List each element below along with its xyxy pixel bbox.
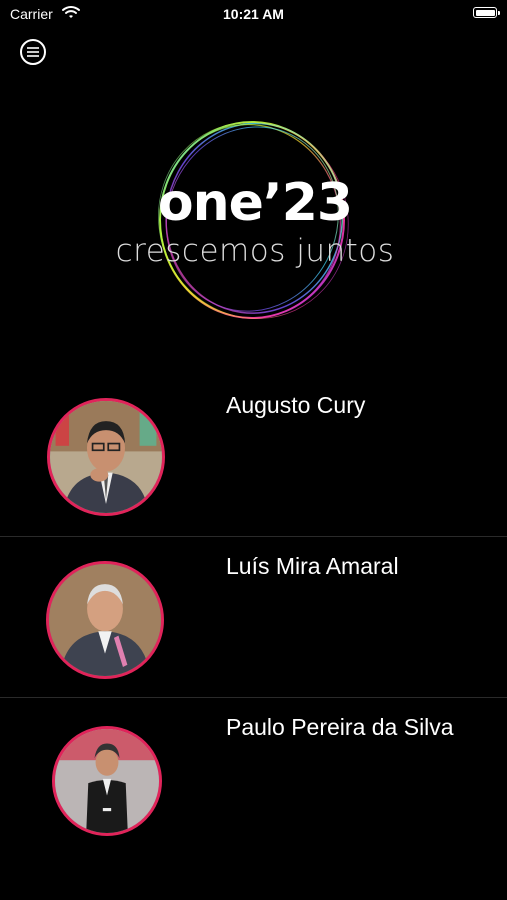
status-bar: Carrier 10:21 AM — [0, 0, 507, 28]
avatar — [52, 726, 162, 836]
menu-button[interactable] — [20, 39, 46, 65]
status-time: 10:21 AM — [223, 6, 284, 22]
speaker-row[interactable]: Luís Mira Amaral — [0, 537, 507, 698]
speaker-photo — [49, 564, 161, 676]
speaker-row[interactable]: Augusto Cury — [0, 376, 507, 537]
speaker-photo — [55, 729, 159, 833]
avatar — [46, 561, 164, 679]
avatar — [47, 398, 165, 516]
event-logo: one’23 crescemos juntos — [110, 115, 400, 330]
speaker-name: Luís Mira Amaral — [226, 553, 399, 579]
speaker-list: Augusto Cury Luís Mira Amaral Paulo Pere… — [0, 376, 507, 858]
battery-icon — [473, 7, 500, 18]
menu-icon — [27, 47, 39, 57]
speaker-row[interactable]: Paulo Pereira da Silva — [0, 698, 507, 858]
logo-title: one’23 — [157, 173, 353, 233]
speaker-photo — [50, 401, 162, 513]
logo-subtitle: crescemos juntos — [115, 233, 395, 269]
speaker-name: Augusto Cury — [226, 392, 366, 418]
speaker-name: Paulo Pereira da Silva — [226, 714, 454, 740]
